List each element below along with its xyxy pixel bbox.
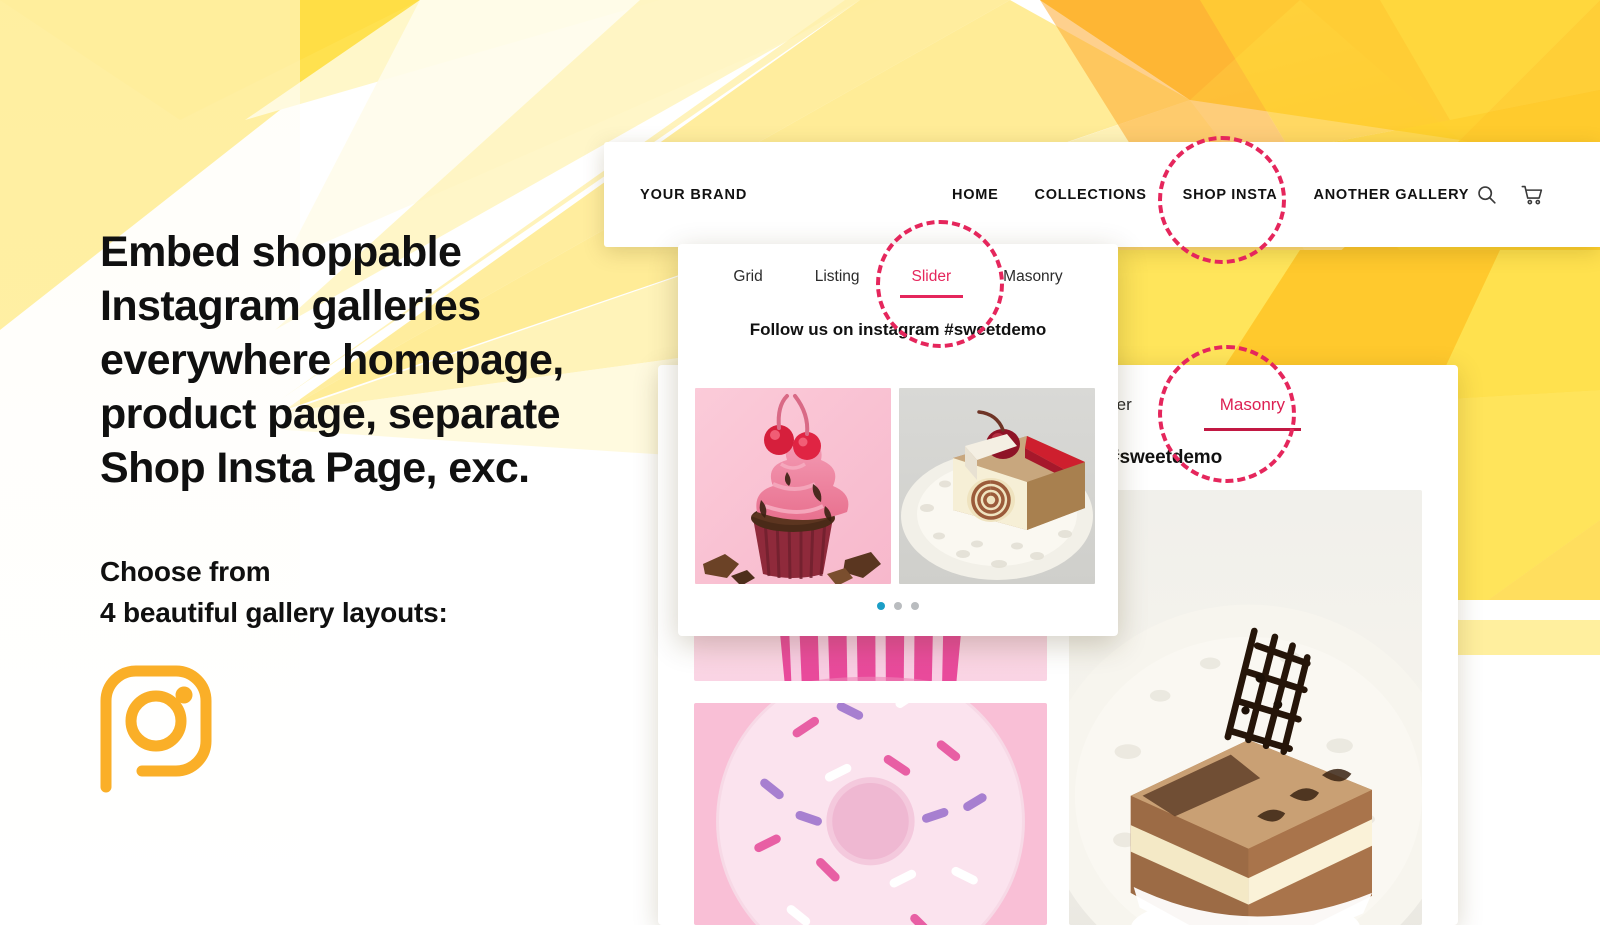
tab-masonry[interactable]: Masonry [1176, 395, 1329, 431]
nav-item-shop-insta[interactable]: SHOP INSTA [1165, 187, 1296, 203]
slider-slide-cheesecake[interactable] [899, 388, 1095, 584]
tab-grid[interactable]: Grid [707, 268, 788, 286]
brand-logo[interactable]: YOUR BRAND [640, 187, 747, 203]
hero-copy: Embed shoppable Instagram galleries ever… [100, 225, 600, 633]
masonry-column-right [1069, 490, 1422, 925]
slider-stage [695, 388, 1118, 584]
tab-slider[interactable]: Slider [886, 268, 978, 298]
nav-item-collections[interactable]: COLLECTIONS [1017, 187, 1165, 203]
slider-pagination-dots [678, 602, 1118, 610]
shopping-cart-icon[interactable] [1521, 184, 1544, 206]
header-icon-group [1476, 184, 1544, 206]
store-header-bar: YOUR BRAND HOME COLLECTIONS SHOP INSTA A… [604, 142, 1600, 247]
nav-item-another-gallery[interactable]: ANOTHER GALLERY [1295, 187, 1487, 203]
main-nav: HOME COLLECTIONS SHOP INSTA ANOTHER GALL… [934, 187, 1487, 203]
tab-listing[interactable]: Listing [789, 268, 886, 286]
instagram-logo-icon [100, 665, 212, 798]
search-icon[interactable] [1476, 184, 1497, 205]
slider-slide-cupcake[interactable] [695, 388, 891, 584]
tab-masonry[interactable]: Masonry [977, 268, 1088, 286]
page-title: Embed shoppable Instagram galleries ever… [100, 228, 564, 492]
slider-dot-1[interactable] [877, 602, 885, 610]
nav-item-home[interactable]: HOME [934, 187, 1017, 203]
slider-dot-2[interactable] [894, 602, 902, 610]
slider-dot-3[interactable] [911, 602, 919, 610]
masonry-photo-donut[interactable] [694, 703, 1047, 925]
hero-subcopy: Choose from 4 beautiful gallery layouts: [100, 556, 448, 628]
slider-gallery-card: Grid Listing Slider Masonry Follow us on… [678, 244, 1118, 636]
masonry-photo-tiramisu[interactable] [1069, 490, 1422, 925]
slider-heading: Follow us on instagram #sweetdemo [749, 320, 1047, 339]
slider-tab-bar: Grid Listing Slider Masonry [678, 268, 1118, 298]
